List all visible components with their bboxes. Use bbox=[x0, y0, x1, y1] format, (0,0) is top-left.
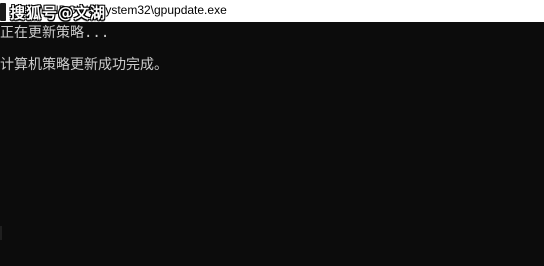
console-window: C:\WINDOWS\system32\gpupdate.exe 搜狐号@文湖 … bbox=[0, 0, 544, 266]
watermark-logo-icon bbox=[0, 3, 6, 21]
window-title: C:\WINDOWS\system32\gpupdate.exe bbox=[20, 3, 227, 17]
console-output[interactable]: 正在更新策略... 计算机策略更新成功完成。 bbox=[0, 22, 544, 266]
left-edge-mark bbox=[0, 226, 2, 240]
console-line-success: 计算机策略更新成功完成。 bbox=[0, 57, 168, 73]
console-line-updating: 正在更新策略... bbox=[0, 25, 110, 41]
title-bar[interactable]: C:\WINDOWS\system32\gpupdate.exe 搜狐号@文湖 bbox=[0, 0, 544, 22]
